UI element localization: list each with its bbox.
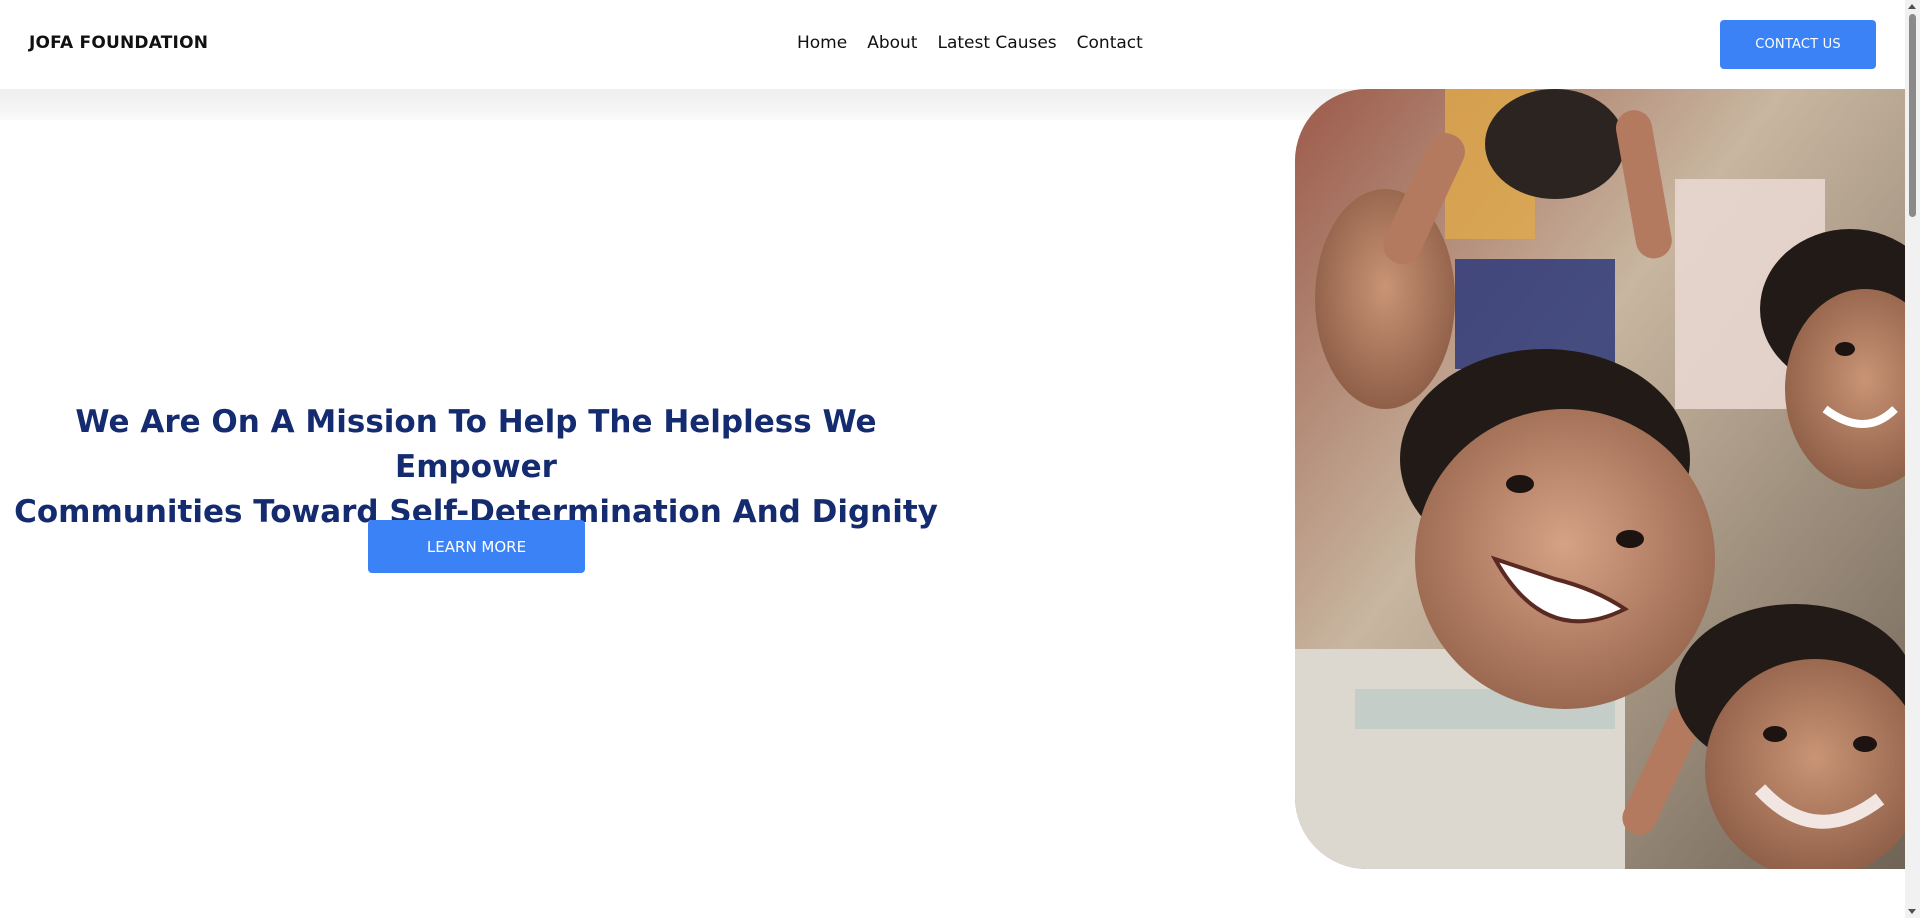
site-header: JOFA FOUNDATION Home About Latest Causes… — [0, 0, 1905, 89]
scrollbar-thumb[interactable] — [1909, 14, 1916, 217]
nav-home-link[interactable]: Home — [797, 33, 847, 53]
contact-us-button[interactable]: CONTACT US — [1720, 20, 1876, 69]
brand-logo-text[interactable]: JOFA FOUNDATION — [29, 33, 208, 53]
hero-headline-line-1: We Are On A Mission To Help The Helpless… — [75, 404, 877, 485]
hero-headline: We Are On A Mission To Help The Helpless… — [0, 400, 952, 535]
page: JOFA FOUNDATION Home About Latest Causes… — [0, 0, 1920, 918]
hero-photo-illustration — [1295, 89, 1905, 869]
hero-section: We Are On A Mission To Help The Helpless… — [0, 400, 952, 535]
scroll-down-arrow-icon[interactable] — [1908, 909, 1916, 914]
nav-contact-link[interactable]: Contact — [1077, 33, 1143, 53]
page-scrollbar[interactable] — [1905, 0, 1920, 918]
hero-photo-children — [1295, 89, 1905, 869]
nav-about-link[interactable]: About — [867, 33, 917, 53]
scroll-up-arrow-icon[interactable] — [1908, 4, 1916, 9]
nav-latest-causes-link[interactable]: Latest Causes — [937, 33, 1056, 53]
learn-more-button[interactable]: LEARN MORE — [368, 520, 585, 573]
main-nav: Home About Latest Causes Contact — [797, 33, 1143, 53]
